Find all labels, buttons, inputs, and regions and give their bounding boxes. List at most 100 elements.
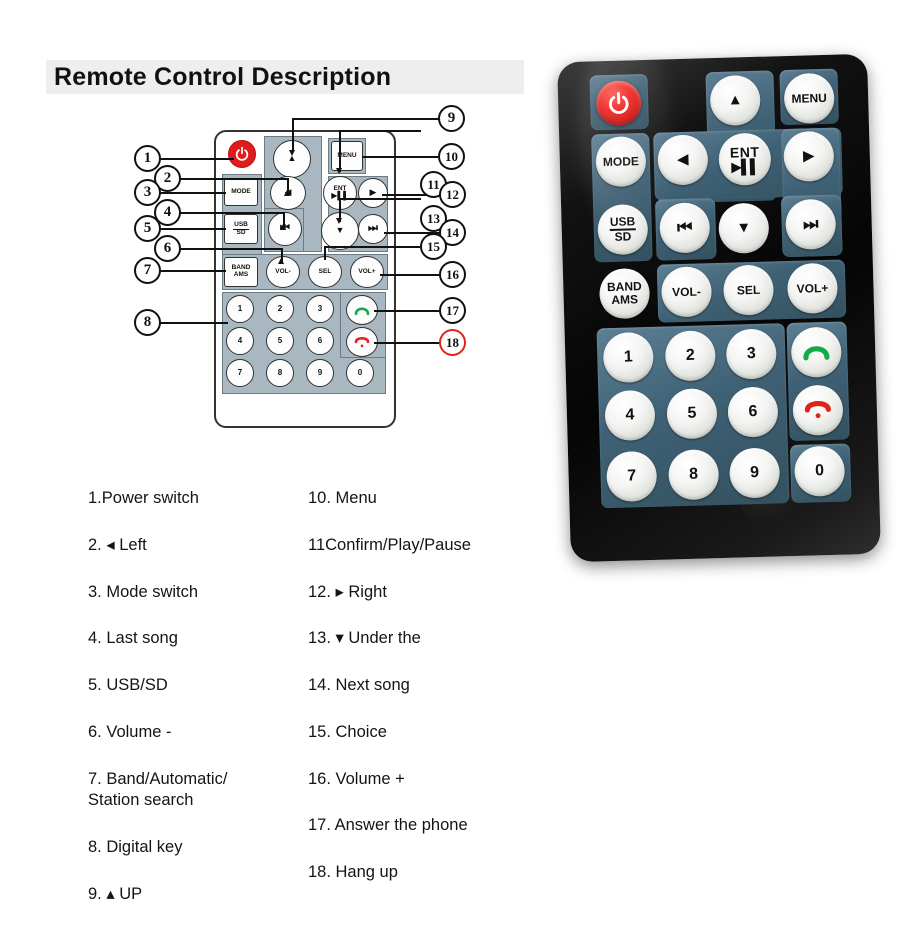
callout-7[interactable]: 7 xyxy=(134,257,161,284)
diagram-key-6[interactable]: 6 xyxy=(306,327,334,355)
diagram-key-4[interactable]: 4 xyxy=(226,327,254,355)
leader-line-8 xyxy=(160,322,228,324)
diagram-key-7[interactable]: 7 xyxy=(226,359,254,387)
callout-label: 13 xyxy=(427,211,440,227)
callout-17[interactable]: 17 xyxy=(439,297,466,324)
diagram-button-right[interactable]: ▶ xyxy=(358,178,388,208)
callout-5[interactable]: 5 xyxy=(134,215,161,242)
leader-line-6 xyxy=(180,248,282,250)
diagram-key-3[interactable]: 3 xyxy=(306,295,334,323)
callout-label: 17 xyxy=(446,303,459,319)
callout-9[interactable]: 9 xyxy=(438,105,465,132)
usb-label: USB xyxy=(610,215,636,231)
key-label: 7 xyxy=(627,468,636,485)
diagram-key-1[interactable]: 1 xyxy=(226,295,254,323)
menu-label: MENU xyxy=(791,92,827,105)
callout-18[interactable]: 18 xyxy=(439,329,466,356)
photo-button-down[interactable]: ▼ xyxy=(718,203,769,254)
diagram-key-5[interactable]: 5 xyxy=(266,327,294,355)
key-label: 9 xyxy=(318,369,322,377)
power-icon xyxy=(606,90,632,116)
leader-arrow-9 xyxy=(289,150,295,156)
photo-pad-power xyxy=(589,74,649,131)
callout-1[interactable]: 1 xyxy=(134,145,161,172)
hang-up-icon xyxy=(354,336,370,349)
leader-line-3 xyxy=(160,192,226,194)
diagram-button-vol-up[interactable]: VOL+ xyxy=(350,256,384,288)
power-icon xyxy=(234,146,250,162)
left-arrow-icon: ◀ xyxy=(677,152,689,168)
key-label: 7 xyxy=(238,369,242,377)
mode-label: MODE xyxy=(603,155,639,168)
leader-line-15 xyxy=(324,246,420,248)
page-root: Remote Control Description ▲ MENU xyxy=(0,0,900,913)
key-label: 0 xyxy=(358,369,362,377)
remote-photo: ▲ MENU MODE ◀ ENT ▶▌▌ ▶ USB SD xyxy=(557,54,881,562)
leader-arrow-6 xyxy=(278,258,284,264)
leader-line-1 xyxy=(160,158,234,160)
diagram-key-8[interactable]: 8 xyxy=(266,359,294,387)
key-label: 1 xyxy=(238,305,242,313)
leader-line-16 xyxy=(380,274,440,276)
key-label: 0 xyxy=(815,463,824,480)
leader-line-10 xyxy=(362,156,438,158)
remote-diagram: ▲ MENU MODE ◀ ENT ▶▌▌ ▶ USB SD ⏮ ▼ xyxy=(118,100,488,440)
leader-line-9-v xyxy=(292,118,294,152)
leader-arrow-11 xyxy=(336,168,342,174)
key-label: 3 xyxy=(318,305,322,313)
photo-power-button[interactable] xyxy=(596,80,642,126)
previous-track-icon: ⏮ xyxy=(677,219,693,237)
description-item-7: 7. Band/Automatic/ Station search xyxy=(88,769,328,813)
vol-up-label: VOL+ xyxy=(796,282,828,295)
diagram-key-0[interactable]: 0 xyxy=(346,359,374,387)
photo-button-band-ams[interactable]: BAND AMS xyxy=(599,268,650,319)
answer-call-icon xyxy=(354,304,370,317)
description-item-5: 5. USB/SD xyxy=(88,675,328,697)
description-item-8: 8. Digital key xyxy=(88,837,328,859)
sel-label: SEL xyxy=(737,284,761,297)
callout-6[interactable]: 6 xyxy=(154,235,181,262)
callout-10[interactable]: 10 xyxy=(438,143,465,170)
diagram-button-sel[interactable]: SEL xyxy=(308,256,342,288)
up-arrow-icon: ▲ xyxy=(728,93,743,109)
description-item-6: 6. Volume - xyxy=(88,722,328,744)
leader-line-17 xyxy=(374,310,440,312)
diagram-key-2[interactable]: 2 xyxy=(266,295,294,323)
description-item-1: 1.Power switch xyxy=(88,488,328,510)
diagram-power-button[interactable] xyxy=(228,140,256,168)
diagram-button-usb-sd[interactable]: USB SD xyxy=(224,214,258,244)
diagram-button-band-ams[interactable]: BAND AMS xyxy=(224,257,258,287)
callout-label: 18 xyxy=(446,335,459,351)
callout-8[interactable]: 8 xyxy=(134,309,161,336)
diagram-button-menu[interactable]: MENU xyxy=(331,141,363,171)
callout-label: 15 xyxy=(427,239,440,255)
vol-up-label: VOL+ xyxy=(358,269,375,276)
key-label: 9 xyxy=(750,465,759,482)
callout-16[interactable]: 16 xyxy=(439,261,466,288)
diagram-button-next[interactable]: ⏭ xyxy=(358,214,388,244)
callout-label: 5 xyxy=(144,220,152,237)
callout-label: 16 xyxy=(446,267,459,283)
vol-down-label: VOL- xyxy=(275,269,291,276)
callout-label: 8 xyxy=(144,314,152,331)
right-arrow-icon: ▶ xyxy=(370,188,377,197)
ams-label: AMS xyxy=(234,272,248,279)
diagram-key-9[interactable]: 9 xyxy=(306,359,334,387)
description-item-4: 4. Last song xyxy=(88,628,328,650)
photo-button-mode[interactable]: MODE xyxy=(595,136,646,187)
leader-line-2 xyxy=(180,178,288,180)
leader-line-18 xyxy=(374,342,440,344)
leader-line-13 xyxy=(339,198,421,200)
leader-arrow-2 xyxy=(284,190,290,196)
description-item-15: 15. Choice xyxy=(308,722,608,744)
leader-arrow-4 xyxy=(280,224,286,230)
callout-label: 4 xyxy=(164,204,172,221)
callout-15[interactable]: 15 xyxy=(420,233,447,260)
diagram-button-mode[interactable]: MODE xyxy=(224,178,258,206)
callout-12[interactable]: 12 xyxy=(439,181,466,208)
callout-3[interactable]: 3 xyxy=(134,179,161,206)
page-title: Remote Control Description xyxy=(54,62,524,92)
description-item-18: 18. Hang up xyxy=(308,862,608,884)
next-track-icon: ⏭ xyxy=(368,223,378,235)
leader-line-4 xyxy=(180,212,284,214)
